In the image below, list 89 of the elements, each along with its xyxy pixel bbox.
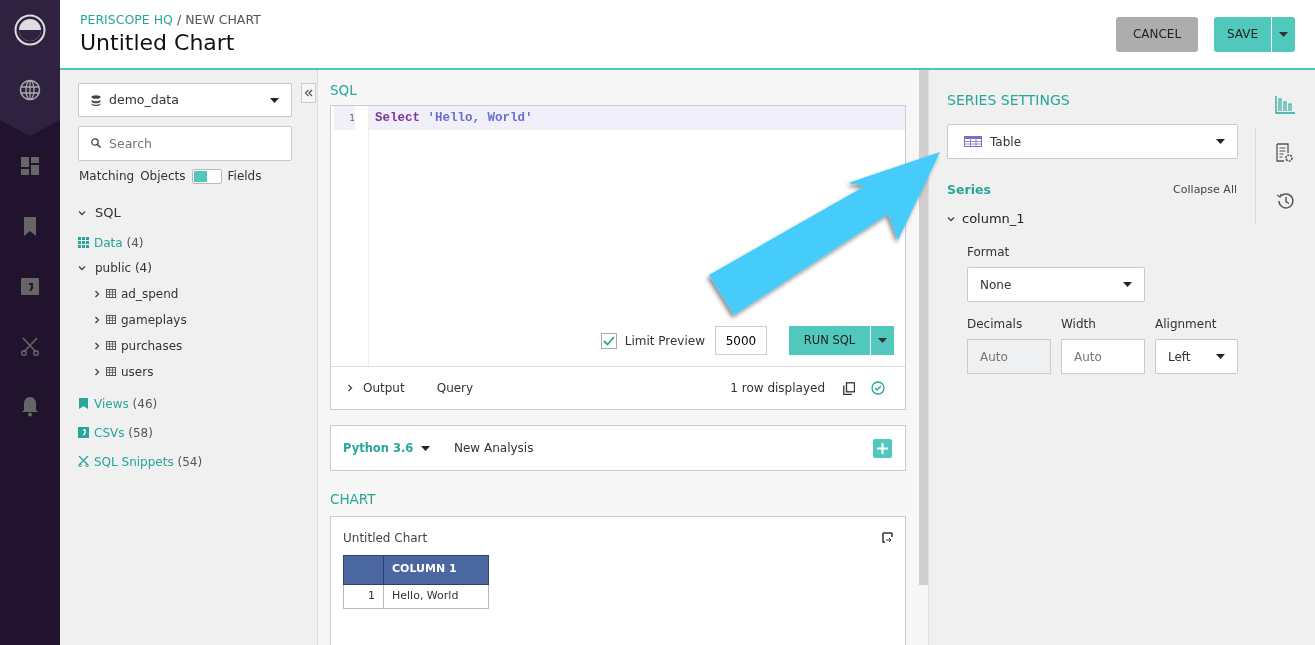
collapse-all-link[interactable]: Collapse All	[1172, 181, 1238, 200]
toggle-label: Fields	[227, 168, 262, 185]
chevron-icon[interactable]	[93, 367, 101, 376]
caret-icon	[1279, 31, 1288, 37]
format-dropdown[interactable]: None	[967, 267, 1145, 303]
tree-item[interactable]: CSVs (58)	[94, 423, 153, 442]
globe-icon[interactable]	[19, 79, 41, 101]
search-icon	[91, 138, 101, 148]
table-cell: Hello, World	[383, 584, 489, 608]
scissors-icon	[78, 456, 89, 467]
table-icon	[964, 136, 982, 147]
table-icon	[106, 289, 116, 298]
field-label: Width	[1061, 316, 1097, 334]
result-tab[interactable]: Output	[345, 378, 406, 399]
panel-title: SERIES SETTINGS	[947, 91, 1071, 110]
chart-title: Untitled Chart	[80, 30, 236, 57]
analysis-name: New Analysis	[453, 440, 535, 458]
document-icon[interactable]	[19, 275, 41, 297]
section-title: SQL	[330, 81, 358, 100]
search-field[interactable]: Search	[78, 126, 292, 161]
line-number: 1	[334, 106, 355, 131]
dashboard-icon[interactable]	[19, 155, 41, 177]
chevron-icon[interactable]	[78, 263, 86, 272]
width-input[interactable]: Auto	[1061, 339, 1145, 375]
scissors-icon[interactable]	[19, 335, 41, 357]
chevron-icon[interactable]	[78, 208, 86, 217]
tree-item[interactable]: gameplays	[121, 310, 187, 329]
chevron-icon[interactable]	[93, 315, 101, 324]
bookmark-icon	[78, 398, 89, 409]
sql-editor[interactable]: 1 Select 'Hello, World' Limit Preview 5000 RUN SQL Output Query 1 row displayed	[330, 105, 906, 411]
database-icon	[91, 94, 101, 106]
alignment-dropdown[interactable]: Left	[1155, 339, 1238, 375]
export-icon[interactable]	[882, 532, 893, 543]
row-number: 1	[343, 584, 384, 608]
breadcrumb-current: / NEW CHART	[176, 12, 261, 28]
scrollbar[interactable]	[919, 70, 928, 585]
tree-item[interactable]: ad_spend	[121, 284, 179, 303]
logo-icon	[14, 14, 46, 46]
collapse-button[interactable]	[301, 83, 316, 103]
field-label: Format	[967, 244, 1011, 262]
caret-icon	[270, 97, 279, 103]
chart-type-dropdown[interactable]: Table	[947, 124, 1238, 159]
document-icon	[78, 427, 89, 438]
table-header	[343, 555, 384, 584]
settings-icon[interactable]	[1275, 142, 1296, 162]
table-icon	[106, 315, 116, 324]
tree-item[interactable]: Views (46)	[94, 394, 158, 413]
caret-icon	[421, 445, 430, 451]
checkbox[interactable]	[600, 332, 617, 349]
result-tab[interactable]: Query	[435, 378, 475, 399]
chevron-icon[interactable]	[947, 214, 955, 223]
tree-item[interactable]: public (4)	[95, 258, 152, 277]
run-menu-button[interactable]	[870, 326, 894, 356]
tree-item[interactable]: SQL Snippets (54)	[94, 452, 203, 471]
table-header: COLUMN 1	[383, 555, 489, 584]
checkbox-label: Limit Preview	[624, 332, 705, 350]
series-name[interactable]: column_1	[962, 208, 1025, 229]
tree-item[interactable]: Data (4)	[94, 233, 144, 252]
database-dropdown[interactable]: demo_data	[78, 83, 292, 117]
field-label: Decimals	[967, 316, 1024, 334]
double-chevron-icon	[304, 89, 313, 97]
toggle-switch[interactable]	[191, 168, 222, 184]
chevron-icon[interactable]	[93, 289, 101, 298]
tree-section-label[interactable]: SQL	[95, 203, 121, 223]
caret-icon	[878, 338, 887, 344]
check-circle-icon	[871, 381, 885, 396]
matching-label: Matching	[79, 168, 135, 185]
field-label: Alignment	[1155, 316, 1218, 334]
caret-icon	[1216, 354, 1225, 360]
save-menu-button[interactable]	[1271, 16, 1295, 52]
series-heading: Series	[947, 181, 992, 199]
table-icon	[106, 341, 116, 350]
run-sql-button[interactable]: RUN SQL	[789, 326, 870, 356]
chevron-icon[interactable]	[93, 341, 101, 350]
limit-input[interactable]: 5000	[715, 326, 767, 356]
tree-item[interactable]: purchases	[121, 336, 183, 355]
chart-card-title: Untitled Chart	[343, 529, 429, 547]
caret-icon	[1123, 282, 1132, 288]
table-icon	[106, 367, 116, 376]
caret-icon	[1216, 139, 1225, 144]
status-text: 1 row displayed	[730, 380, 825, 398]
save-button[interactable]: SAVE	[1214, 16, 1271, 52]
toggle-label: Objects	[140, 168, 186, 185]
copy-icon[interactable]	[843, 381, 855, 395]
section-title: CHART	[330, 490, 377, 510]
history-icon[interactable]	[1275, 190, 1296, 210]
cancel-button[interactable]: CANCEL	[1116, 16, 1198, 52]
tree-item[interactable]: users	[121, 362, 154, 381]
grid-icon	[78, 237, 89, 248]
